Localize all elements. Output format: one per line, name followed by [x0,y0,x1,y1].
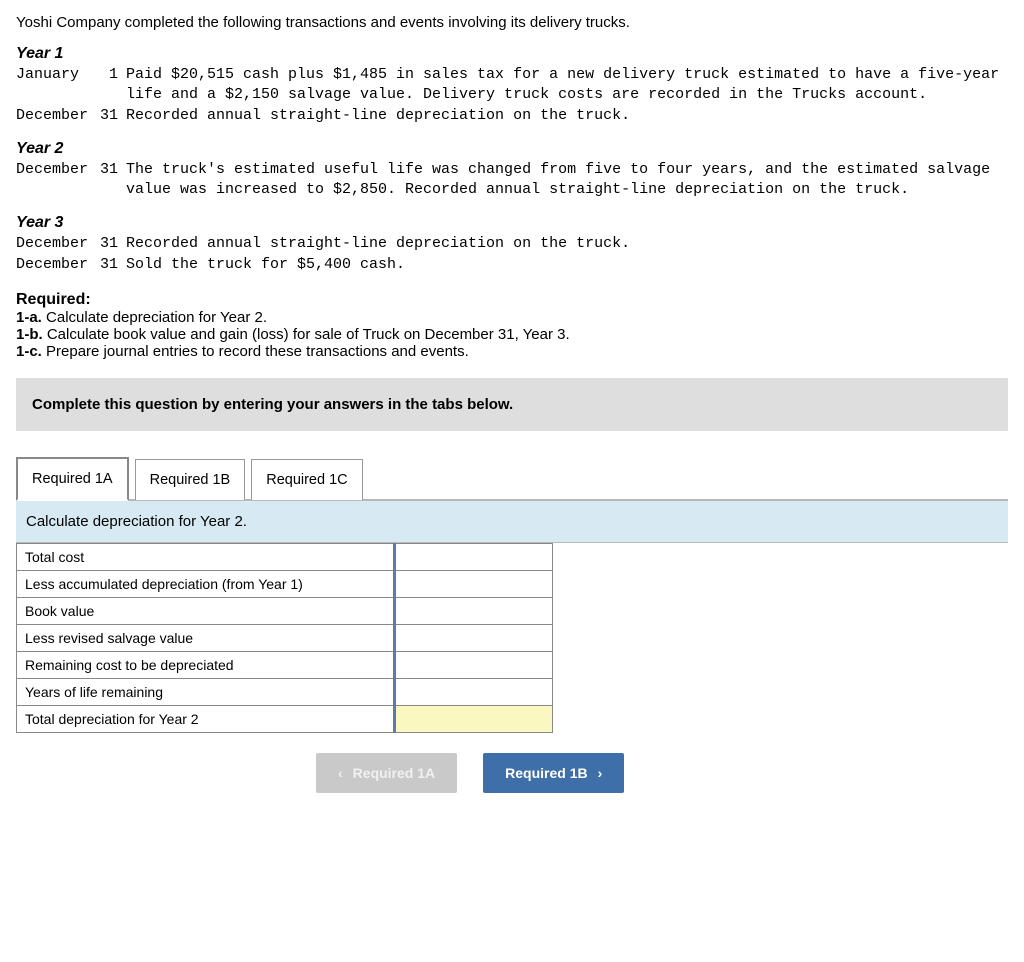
row-input[interactable] [395,624,553,651]
transaction-row: December31Sold the truck for $5,400 cash… [16,255,1008,275]
table-row: Less revised salvage value [17,624,553,651]
required-item: 1-c. Prepare journal entries to record t… [16,343,1008,360]
instruction-bar: Complete this question by entering your … [16,378,1008,431]
row-label: Years of life remaining [17,678,395,705]
intro-text: Yoshi Company completed the following tr… [16,14,1008,31]
row-input[interactable] [395,651,553,678]
table-row: Remaining cost to be depreciated [17,651,553,678]
row-label: Total depreciation for Year 2 [17,705,395,732]
transaction-date: December31 [16,106,126,126]
required-block: Required: 1-a. Calculate depreciation fo… [16,291,1008,360]
year-heading: Year 2 [16,140,1008,158]
next-button[interactable]: Required 1B › [483,753,624,793]
transaction-text: Recorded annual straight-line depreciati… [126,234,1008,254]
transaction-text: Recorded annual straight-line depreciati… [126,106,1008,126]
tab-required-1a[interactable]: Required 1A [16,457,129,501]
table-row: Total depreciation for Year 2 [17,705,553,732]
row-input[interactable] [395,597,553,624]
next-button-label: Required 1B [505,765,587,781]
nav-buttons: ‹ Required 1A Required 1B › [16,753,1008,793]
row-input[interactable] [395,543,553,570]
year-heading: Year 1 [16,45,1008,63]
required-heading: Required: [16,291,1008,309]
row-input[interactable] [395,678,553,705]
calc-table: Total costLess accumulated depreciation … [16,543,553,733]
transaction-row: January1Paid $20,515 cash plus $1,485 in… [16,65,1008,106]
year-heading: Year 3 [16,214,1008,232]
row-label: Less revised salvage value [17,624,395,651]
transaction-date: December31 [16,255,126,275]
chevron-right-icon: › [598,765,603,781]
row-input[interactable] [395,705,553,732]
table-row: Total cost [17,543,553,570]
table-row: Less accumulated depreciation (from Year… [17,570,553,597]
table-row: Book value [17,597,553,624]
row-input[interactable] [395,570,553,597]
row-label: Book value [17,597,395,624]
prev-button-label: Required 1A [353,765,435,781]
transaction-date: December31 [16,160,126,201]
answer-area: Complete this question by entering your … [16,378,1008,793]
transaction-text: Paid $20,515 cash plus $1,485 in sales t… [126,65,1008,106]
required-item: 1-b. Calculate book value and gain (loss… [16,326,1008,343]
row-label: Remaining cost to be depreciated [17,651,395,678]
transaction-row: December31Recorded annual straight-line … [16,234,1008,254]
transaction-row: December31Recorded annual straight-line … [16,106,1008,126]
required-item: 1-a. Calculate depreciation for Year 2. [16,309,1008,326]
tab-bar: Required 1ARequired 1BRequired 1C [16,455,1008,501]
transaction-text: Sold the truck for $5,400 cash. [126,255,1008,275]
transaction-row: December31The truck's estimated useful l… [16,160,1008,201]
transaction-text: The truck's estimated useful life was ch… [126,160,1008,201]
tab-required-1b[interactable]: Required 1B [135,459,246,500]
tab-required-1c[interactable]: Required 1C [251,459,362,500]
transaction-date: January1 [16,65,126,106]
tab-prompt: Calculate depreciation for Year 2. [16,501,1008,543]
prev-button: ‹ Required 1A [316,753,457,793]
row-label: Less accumulated depreciation (from Year… [17,570,395,597]
chevron-left-icon: ‹ [338,765,343,781]
transaction-date: December31 [16,234,126,254]
row-label: Total cost [17,543,395,570]
table-row: Years of life remaining [17,678,553,705]
